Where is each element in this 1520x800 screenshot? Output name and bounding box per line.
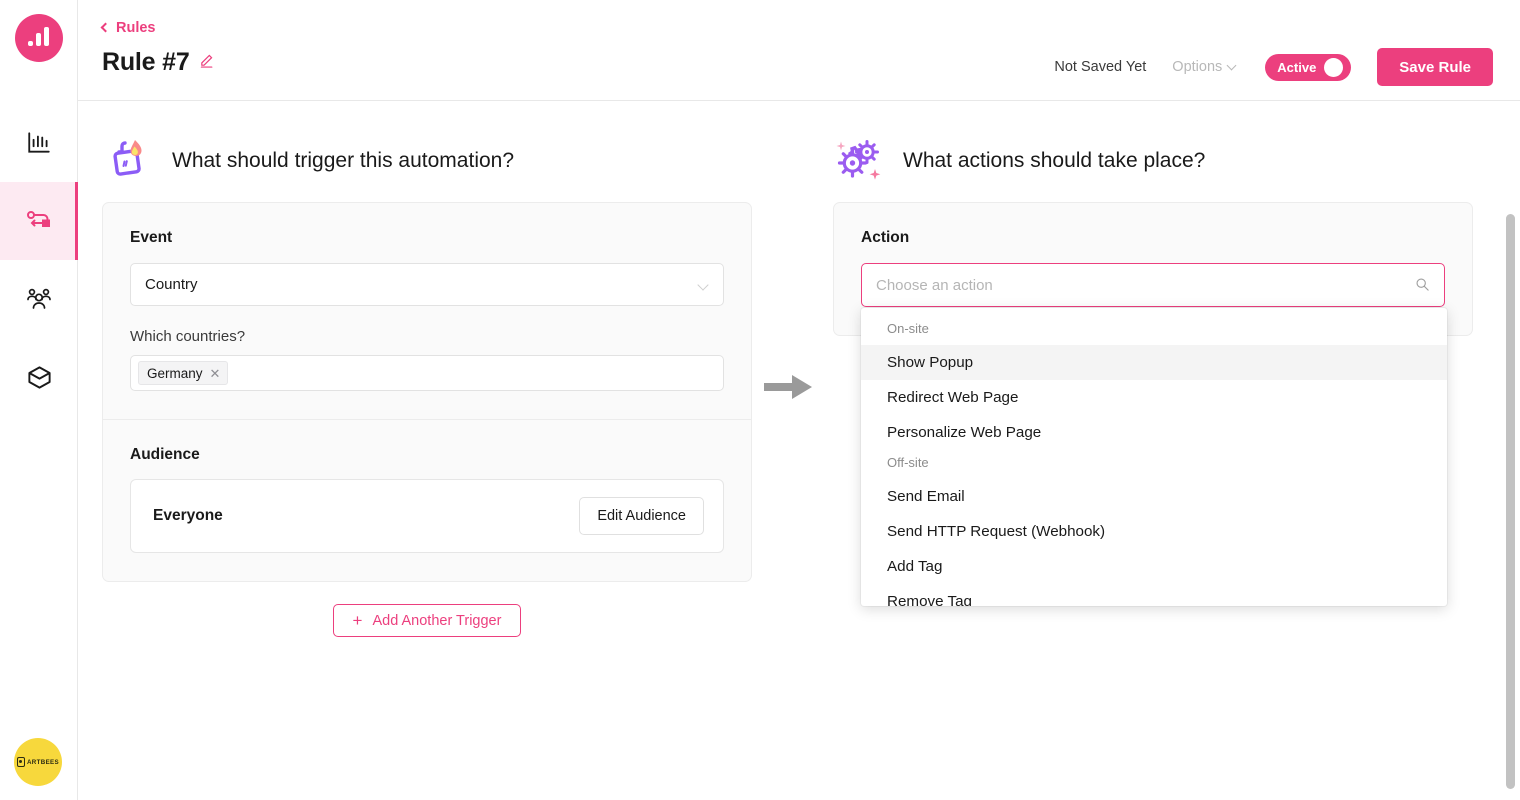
rules-flow-icon: [25, 208, 53, 234]
sidebar-item-rules[interactable]: [0, 182, 78, 260]
brand-logo-icon[interactable]: [14, 14, 63, 62]
page-title: Rule #7: [102, 48, 190, 76]
countries-tag-input[interactable]: Germany ✕: [130, 355, 724, 391]
event-block: Event Country Which countries? Germany ✕: [103, 203, 751, 419]
chevron-down-icon: [697, 279, 709, 291]
lighter-flame-icon: [102, 133, 154, 190]
sidebar-item-audience[interactable]: [0, 260, 78, 338]
audience-card: Everyone Edit Audience: [130, 479, 724, 553]
country-tag-label: Germany: [147, 365, 203, 381]
plus-icon: +: [352, 611, 363, 630]
sidebar-nav: [0, 104, 78, 416]
box-package-icon: [26, 364, 53, 391]
active-status-toggle[interactable]: Active: [1265, 53, 1352, 81]
pencil-icon[interactable]: [199, 53, 214, 73]
left-nav-rail: ARTBEES: [0, 0, 78, 800]
chevron-down-icon: [1226, 60, 1237, 71]
dropdown-group-title: On-site: [887, 321, 929, 336]
right-arrow-icon: [764, 373, 814, 406]
top-bar: Rules Rule #7 Not Saved Yet Options Acti…: [78, 0, 1520, 101]
dropdown-group-title: Off-site: [887, 455, 929, 470]
artbees-badge-label: ARTBEES: [26, 758, 60, 766]
trigger-heading: What should trigger this automation?: [172, 149, 515, 172]
search-icon: [1415, 277, 1430, 297]
options-label: Options: [1172, 59, 1223, 75]
save-status-text: Not Saved Yet: [1054, 59, 1147, 75]
artbees-account-badge[interactable]: ARTBEES: [14, 738, 62, 786]
trigger-section-header: What should trigger this automation?: [102, 130, 752, 192]
action-search-placeholder: Choose an action: [876, 276, 993, 294]
action-section-header: What actions should take place?: [833, 130, 1473, 192]
dropdown-option-add-tag[interactable]: Add Tag: [861, 549, 1447, 584]
active-toggle-label: Active: [1277, 59, 1317, 75]
add-another-trigger-button[interactable]: + Add Another Trigger: [332, 604, 522, 637]
event-select[interactable]: Country: [130, 263, 724, 306]
artbees-mark-icon: [16, 757, 25, 767]
audience-people-icon: [25, 286, 53, 312]
chevron-left-icon: [100, 22, 111, 33]
rule-canvas: What should trigger this automation? Eve…: [78, 101, 1520, 800]
analytics-icon: [26, 130, 52, 156]
dropdown-option-remove-tag[interactable]: Remove Tag: [861, 584, 1447, 606]
main-column: Rules Rule #7 Not Saved Yet Options Acti…: [78, 0, 1520, 800]
action-label: Action: [861, 229, 910, 246]
dropdown-option-send-email[interactable]: Send Email: [861, 479, 1447, 514]
trigger-column: What should trigger this automation? Eve…: [102, 130, 752, 637]
add-another-trigger-label: Add Another Trigger: [372, 612, 502, 629]
country-tag[interactable]: Germany ✕: [138, 361, 229, 385]
remove-tag-icon[interactable]: ✕: [210, 367, 221, 380]
gears-sparkle-icon: [833, 133, 885, 190]
save-rule-button[interactable]: Save Rule: [1377, 48, 1493, 86]
breadcrumb-back-rules[interactable]: Rules: [100, 20, 156, 36]
audience-label: Audience: [130, 446, 200, 463]
dropdown-option-show-popup[interactable]: Show Popup: [861, 345, 1447, 380]
action-column: What actions should take place? Action C…: [833, 130, 1473, 606]
sidebar-item-analytics[interactable]: [0, 104, 78, 182]
rules-editor-page: ARTBEES Rules Rule #7 Not Saved Yet Opti…: [0, 0, 1520, 800]
action-search-input[interactable]: Choose an action: [861, 263, 1445, 307]
dropdown-option-send-http-request[interactable]: Send HTTP Request (Webhook): [861, 514, 1447, 549]
trigger-panel: Event Country Which countries? Germany ✕: [102, 202, 752, 582]
which-countries-label: Which countries?: [130, 328, 246, 345]
action-options-dropdown[interactable]: On-site Show Popup Redirect Web Page Per…: [861, 308, 1447, 606]
breadcrumb-label: Rules: [116, 20, 156, 36]
dropdown-option-personalize-web-page[interactable]: Personalize Web Page: [861, 415, 1447, 450]
dropdown-option-redirect-web-page[interactable]: Redirect Web Page: [861, 380, 1447, 415]
toggle-knob: [1324, 57, 1344, 77]
add-trigger-row: + Add Another Trigger: [102, 604, 752, 637]
edit-audience-button[interactable]: Edit Audience: [579, 497, 704, 535]
event-select-value: Country: [145, 276, 198, 293]
audience-value: Everyone: [153, 507, 223, 524]
page-scrollbar-thumb[interactable]: [1506, 214, 1515, 789]
top-bar-actions: Not Saved Yet Options Active Save Rule: [1054, 48, 1493, 86]
options-dropdown-button[interactable]: Options: [1172, 59, 1237, 75]
sidebar-item-products[interactable]: [0, 338, 78, 416]
event-label: Event: [130, 229, 173, 246]
action-heading: What actions should take place?: [903, 149, 1206, 172]
audience-block: Audience Everyone Edit Audience: [103, 419, 751, 581]
